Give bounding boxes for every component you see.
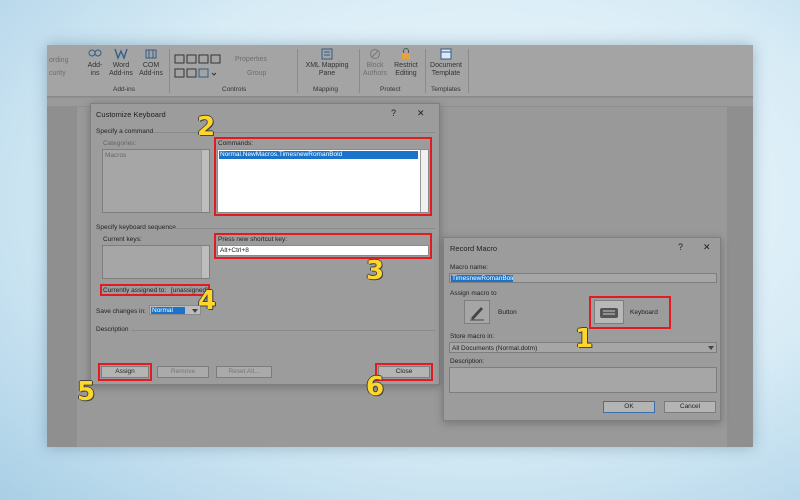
xml-mapping-label: XML Mapping Pane (305, 62, 349, 77)
save-changes-label: Save changes in: (96, 308, 146, 315)
restrict-editing-button[interactable]: Restrict Editing (391, 48, 421, 78)
document-template-icon (440, 48, 452, 60)
customize-keyboard-dialog: Customize Keyboard ? ✕ Specify a command… (90, 103, 440, 385)
store-macro-value: All Documents (Normal.dotm) (452, 345, 538, 352)
word-window: ording curity Add- ins Word Add-ins COM … (47, 45, 753, 447)
block-authors-label: Block Authors (362, 62, 388, 77)
save-changes-value: Normal (151, 307, 185, 314)
scrollbar[interactable] (201, 150, 209, 212)
step-number-5: 5 (77, 377, 96, 407)
highlight-commands (214, 137, 432, 216)
properties-button[interactable]: Properties (235, 56, 267, 64)
reset-all-button[interactable]: Reset All... (216, 366, 272, 378)
macro-name-value: TimesnewRomanBold (451, 275, 513, 282)
ribbon-separator (359, 49, 360, 93)
document-template-label: Document Template (430, 62, 462, 77)
highlight-shortcut (214, 233, 432, 259)
ribbon-fragment-top: ording (49, 57, 69, 64)
ribbon-separator (297, 49, 298, 93)
section-divider (131, 330, 435, 331)
controls-gallery[interactable] (174, 53, 230, 83)
close-icon[interactable]: ✕ (417, 108, 425, 119)
block-authors-button[interactable]: Block Authors (361, 48, 389, 78)
help-button[interactable]: ? (391, 108, 396, 118)
store-macro-label: Store macro in: (450, 333, 495, 340)
lock-icon (402, 48, 410, 59)
highlight-assign (98, 363, 152, 381)
categories-label: Categories: (103, 140, 137, 147)
restrict-editing-label: Restrict Editing (394, 62, 418, 77)
chevron-down-icon (708, 346, 714, 350)
description-label: Description (96, 326, 129, 333)
button-label: Button (498, 309, 517, 316)
step-number-1: 1 (575, 324, 594, 354)
remove-button[interactable]: Remove (157, 366, 209, 378)
controls-group-label: Controls (222, 86, 247, 93)
step-number-2: 2 (197, 112, 216, 142)
group-button[interactable]: Group (247, 70, 266, 78)
document-template-button[interactable]: Document Template (428, 48, 464, 78)
assign-macro-to-label: Assign macro to (450, 290, 497, 297)
section-divider (153, 132, 435, 133)
step-number-3: 3 (366, 256, 385, 286)
content-controls-icon (174, 54, 221, 78)
description-label: Description: (450, 358, 485, 365)
pen-icon (470, 307, 484, 321)
word-add-ins-button[interactable]: Word Add-ins (107, 48, 135, 78)
scrollbar[interactable] (201, 246, 209, 278)
keyboard-sequence-heading: Specify keyboard sequence (96, 224, 176, 231)
highlight-assigned (100, 284, 210, 296)
dialog-title: Record Macro (450, 244, 498, 253)
add-ins-group-label: Add-ins (113, 86, 136, 93)
ok-button[interactable]: OK (603, 401, 655, 413)
protect-group-label: Protect (380, 86, 401, 93)
help-button[interactable]: ? (678, 242, 683, 252)
highlight-keyboard (589, 296, 671, 329)
word-add-ins-icon (114, 48, 128, 60)
cancel-button[interactable]: Cancel (664, 401, 716, 413)
add-ins-button[interactable]: Add- ins (85, 48, 105, 78)
ribbon-separator (169, 49, 170, 93)
ribbon-separator (468, 49, 469, 93)
word-add-ins-label: Word Add-ins (109, 62, 133, 77)
add-ins-label: Add- ins (87, 62, 103, 77)
close-icon[interactable]: ✕ (703, 242, 711, 253)
templates-group-label: Templates (431, 86, 461, 93)
categories-list[interactable]: Macros (102, 149, 210, 213)
specify-command-heading: Specify a command (96, 128, 154, 135)
macro-name-label: Macro name: (450, 264, 488, 271)
com-add-ins-icon (145, 49, 157, 59)
step-number-6: 6 (366, 372, 385, 402)
ribbon-separator (425, 49, 426, 93)
section-divider (173, 228, 435, 229)
ribbon-fragment-bottom: curity (49, 70, 66, 77)
xml-mapping-icon (321, 48, 333, 60)
block-authors-icon (370, 49, 380, 59)
add-ins-icon (88, 49, 102, 57)
current-keys-label: Current keys: (103, 236, 142, 243)
developer-ribbon: ording curity Add- ins Word Add-ins COM … (47, 45, 753, 97)
list-item[interactable]: Macros (105, 152, 126, 159)
mapping-group-label: Mapping (313, 86, 338, 93)
assign-to-button-tile[interactable] (464, 300, 490, 324)
dialog-title: Customize Keyboard (96, 110, 166, 119)
description-input[interactable] (449, 367, 717, 393)
com-add-ins-button[interactable]: COM Add-ins (137, 48, 165, 78)
current-keys-list[interactable] (102, 245, 210, 279)
macro-name-input[interactable]: TimesnewRomanBold (449, 273, 717, 283)
com-add-ins-label: COM Add-ins (139, 62, 163, 77)
save-changes-select[interactable]: Normal (149, 305, 201, 315)
step-number-4: 4 (198, 286, 217, 316)
xml-mapping-pane-button[interactable]: XML Mapping Pane (302, 48, 352, 78)
